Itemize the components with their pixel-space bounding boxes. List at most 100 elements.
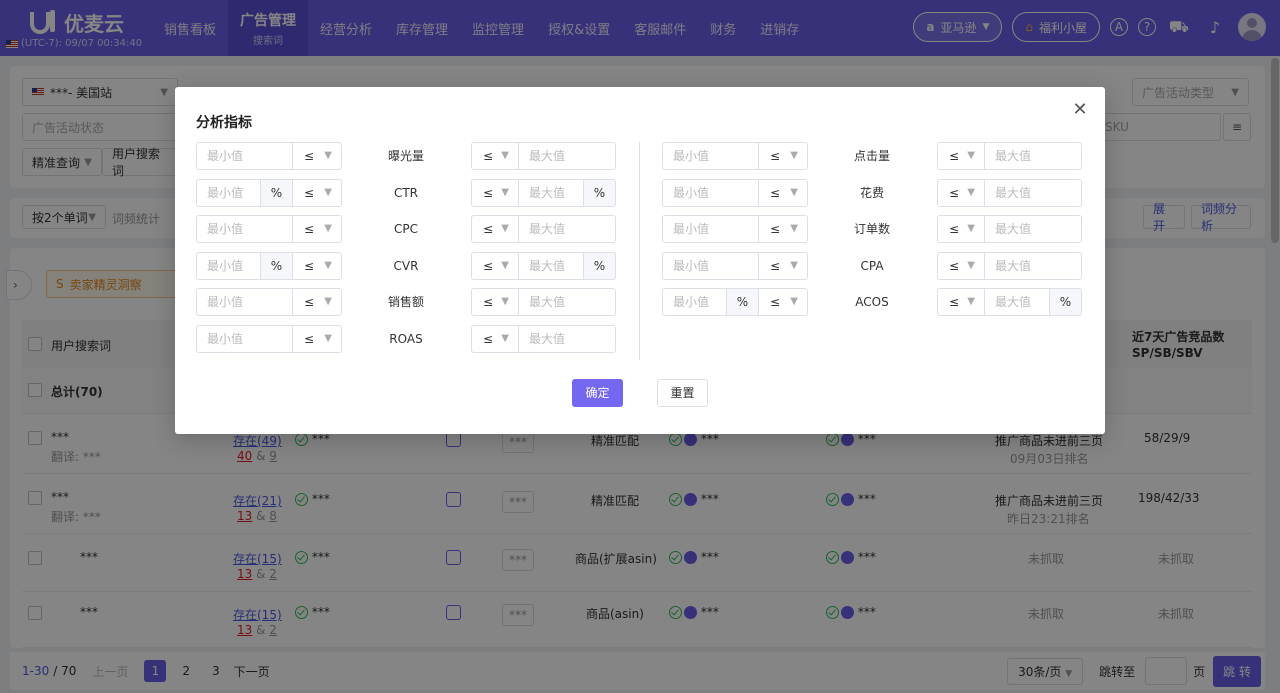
metric-label-orders: 订单数	[853, 222, 890, 236]
ctr-min-percent: %	[261, 179, 293, 207]
metric-label-impressions: 曝光量	[387, 149, 424, 163]
orders-min-input[interactable]: 最小值	[662, 215, 759, 243]
clicks-max-group: ≤ ▼ 最大值	[937, 142, 1082, 170]
cvr-max-group: ≤ ▼ 最大值 %	[471, 252, 616, 280]
ctr-max-percent: %	[584, 179, 616, 207]
chevron-down-icon: ▼	[790, 150, 798, 161]
cpa-max-group: ≤ ▼ 最大值	[937, 252, 1082, 280]
chevron-down-icon: ▼	[790, 223, 798, 234]
operator-label: ≤	[483, 295, 494, 309]
roas-max-operator[interactable]: ≤ ▼	[471, 325, 519, 353]
ctr-max-group: ≤ ▼ 最大值 %	[471, 179, 616, 207]
chevron-down-icon: ▼	[501, 223, 509, 234]
confirm-button[interactable]: 确定	[572, 379, 623, 407]
ctr-min-operator[interactable]: ≤ ▼	[293, 179, 342, 207]
cvr-min-input[interactable]: 最小值	[196, 252, 261, 280]
spend-max-group: ≤ ▼ 最大值	[937, 179, 1082, 207]
chevron-down-icon: ▼	[501, 296, 509, 307]
acos-min-input[interactable]: 最小值	[662, 288, 727, 316]
analysis-metrics-dialog: 分析指标 ✕ 最小值 ≤ ▼ 曝光量 ≤ ▼ 最大值 最小值 % ≤ ▼ CTR ≤ ▼…	[175, 87, 1105, 434]
operator-label: ≤	[304, 332, 315, 346]
cpc-max-operator[interactable]: ≤ ▼	[471, 215, 519, 243]
clicks-min-operator[interactable]: ≤ ▼	[759, 142, 808, 170]
spend-max-input[interactable]: 最大值	[985, 179, 1082, 207]
metric-label-spend: 花费	[859, 186, 884, 200]
impressions-min-input[interactable]: 最小值	[196, 142, 293, 170]
impressions-min-group: 最小值 ≤ ▼	[196, 142, 342, 170]
spend-min-operator[interactable]: ≤ ▼	[759, 179, 808, 207]
operator-label: ≤	[304, 295, 315, 309]
spend-min-group: 最小值 ≤ ▼	[662, 179, 808, 207]
dialog-title: 分析指标	[196, 115, 252, 131]
cpa-min-operator[interactable]: ≤ ▼	[759, 252, 808, 280]
operator-label: ≤	[770, 149, 781, 163]
cpc-max-group: ≤ ▼ 最大值	[471, 215, 616, 243]
chevron-down-icon: ▼	[967, 150, 975, 161]
cvr-min-operator[interactable]: ≤ ▼	[293, 252, 342, 280]
clicks-max-input[interactable]: 最大值	[985, 142, 1082, 170]
impressions-max-operator[interactable]: ≤ ▼	[471, 142, 519, 170]
operator-label: ≤	[483, 149, 494, 163]
acos-min-operator[interactable]: ≤ ▼	[759, 288, 808, 316]
cpc-min-operator[interactable]: ≤ ▼	[293, 215, 342, 243]
clicks-min-group: 最小值 ≤ ▼	[662, 142, 808, 170]
roas-max-group: ≤ ▼ 最大值	[471, 325, 616, 353]
cpa-max-input[interactable]: 最大值	[985, 252, 1082, 280]
chevron-down-icon: ▼	[501, 333, 509, 344]
metric-label-acos: ACOS	[855, 295, 889, 309]
impressions-min-operator[interactable]: ≤ ▼	[293, 142, 342, 170]
sales-max-operator[interactable]: ≤ ▼	[471, 288, 519, 316]
chevron-down-icon: ▼	[324, 260, 332, 271]
sales-min-group: 最小值 ≤ ▼	[196, 288, 342, 316]
cpc-min-group: 最小值 ≤ ▼	[196, 215, 342, 243]
sales-min-operator[interactable]: ≤ ▼	[293, 288, 342, 316]
clicks-max-operator[interactable]: ≤ ▼	[937, 142, 985, 170]
operator-label: ≤	[483, 332, 494, 346]
roas-min-input[interactable]: 最小值	[196, 325, 293, 353]
operator-label: ≤	[949, 295, 960, 309]
roas-max-input[interactable]: 最大值	[519, 325, 616, 353]
chevron-down-icon: ▼	[324, 333, 332, 344]
close-icon[interactable]: ✕	[1071, 101, 1089, 119]
ctr-min-input[interactable]: 最小值	[196, 179, 261, 207]
orders-max-input[interactable]: 最大值	[985, 215, 1082, 243]
chevron-down-icon: ▼	[790, 260, 798, 271]
ctr-max-input[interactable]: 最大值	[519, 179, 584, 207]
acos-max-group: ≤ ▼ 最大值 %	[937, 288, 1082, 316]
metric-label-cpc: CPC	[394, 222, 418, 236]
spend-max-operator[interactable]: ≤ ▼	[937, 179, 985, 207]
metric-label-clicks: 点击量	[853, 149, 890, 163]
cpc-max-input[interactable]: 最大值	[519, 215, 616, 243]
roas-min-group: 最小值 ≤ ▼	[196, 325, 342, 353]
column-divider	[639, 142, 640, 360]
acos-max-input[interactable]: 最大值	[985, 288, 1050, 316]
cpa-min-input[interactable]: 最小值	[662, 252, 759, 280]
acos-max-percent: %	[1050, 288, 1082, 316]
metric-label-roas: ROAS	[389, 332, 423, 346]
orders-max-operator[interactable]: ≤ ▼	[937, 215, 985, 243]
chevron-down-icon: ▼	[324, 223, 332, 234]
orders-max-group: ≤ ▼ 最大值	[937, 215, 1082, 243]
cpc-min-input[interactable]: 最小值	[196, 215, 293, 243]
cpa-max-operator[interactable]: ≤ ▼	[937, 252, 985, 280]
chevron-down-icon: ▼	[967, 223, 975, 234]
cpa-min-group: 最小值 ≤ ▼	[662, 252, 808, 280]
reset-button[interactable]: 重置	[657, 379, 708, 407]
sales-min-input[interactable]: 最小值	[196, 288, 293, 316]
operator-label: ≤	[304, 222, 315, 236]
cvr-max-input[interactable]: 最大值	[519, 252, 584, 280]
operator-label: ≤	[949, 186, 960, 200]
operator-label: ≤	[770, 186, 781, 200]
operator-label: ≤	[304, 259, 315, 273]
cvr-max-percent: %	[584, 252, 616, 280]
acos-max-operator[interactable]: ≤ ▼	[937, 288, 985, 316]
clicks-min-input[interactable]: 最小值	[662, 142, 759, 170]
roas-min-operator[interactable]: ≤ ▼	[293, 325, 342, 353]
impressions-max-input[interactable]: 最大值	[519, 142, 616, 170]
spend-min-input[interactable]: 最小值	[662, 179, 759, 207]
operator-label: ≤	[949, 149, 960, 163]
orders-min-operator[interactable]: ≤ ▼	[759, 215, 808, 243]
cvr-max-operator[interactable]: ≤ ▼	[471, 252, 519, 280]
ctr-max-operator[interactable]: ≤ ▼	[471, 179, 519, 207]
sales-max-input[interactable]: 最大值	[519, 288, 616, 316]
